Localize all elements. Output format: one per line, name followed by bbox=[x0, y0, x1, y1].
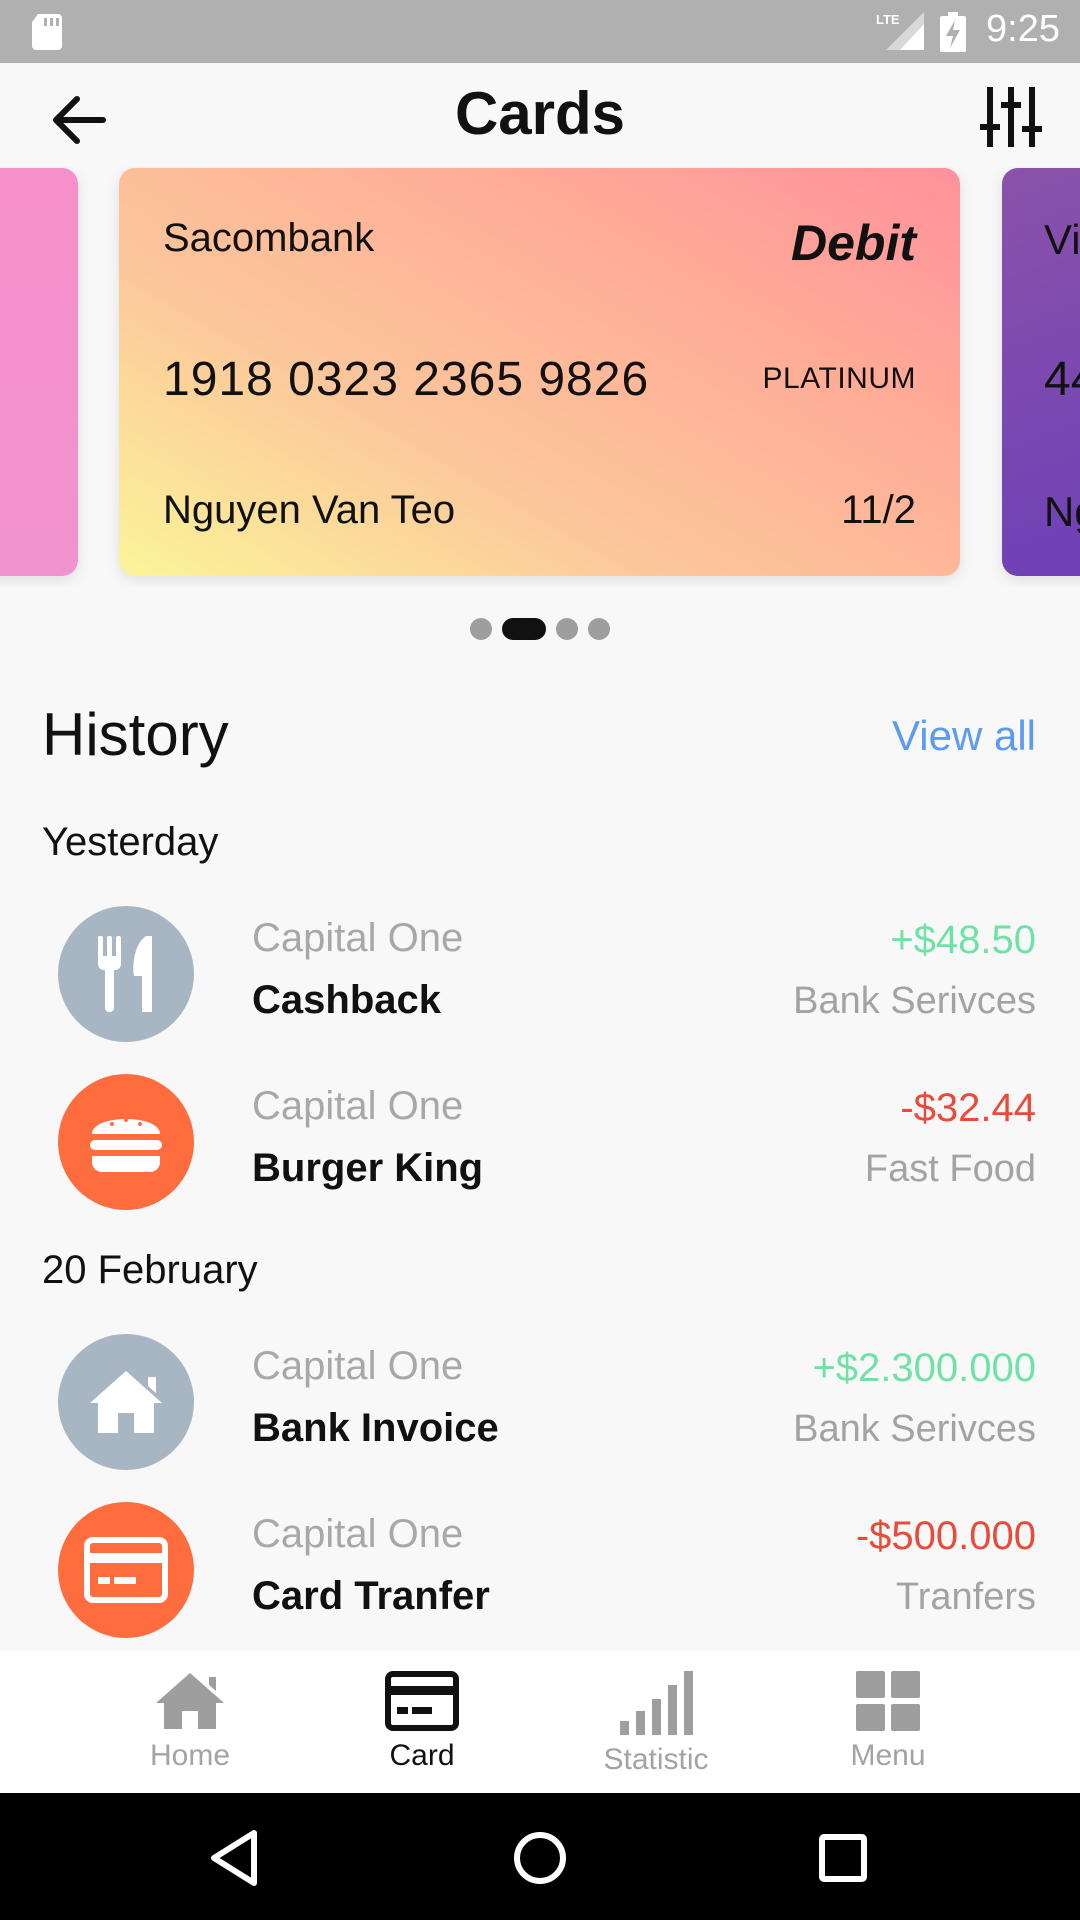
card-previous[interactable] bbox=[0, 168, 78, 576]
nav-label: Home bbox=[149, 1739, 231, 1772]
card-next-holder: Ng bbox=[1044, 488, 1080, 535]
card-bank-name: Sacombank bbox=[163, 216, 375, 260]
battery-charging-icon bbox=[940, 12, 966, 52]
cutlery-icon bbox=[98, 936, 152, 1012]
credit-card-icon bbox=[385, 1671, 459, 1731]
pager-dot[interactable] bbox=[588, 618, 610, 640]
transaction-category: Tranfers bbox=[895, 1576, 1036, 1618]
card-expiry: 11/2 bbox=[841, 488, 916, 532]
sd-card-icon bbox=[32, 14, 62, 50]
sliders-icon bbox=[980, 87, 1042, 147]
transaction-row[interactable]: Capital One Cashback +$48.50 Bank Serivc… bbox=[0, 906, 1080, 1046]
bar-chart-icon bbox=[620, 1671, 693, 1735]
pager-dot[interactable] bbox=[556, 618, 578, 640]
transaction-bank: Capital One bbox=[252, 916, 464, 960]
transaction-amount: -$32.44 bbox=[900, 1086, 1036, 1130]
transaction-avatar bbox=[58, 1334, 194, 1470]
transaction-amount: +$2.300.000 bbox=[812, 1346, 1036, 1390]
burger-icon bbox=[90, 1118, 162, 1172]
nav-label: Menu bbox=[850, 1739, 926, 1772]
credit-card-icon bbox=[84, 1537, 168, 1603]
card-number: 1918 0323 2365 9826 bbox=[163, 353, 650, 406]
transaction-avatar bbox=[58, 906, 194, 1042]
group-label-20-february: 20 February bbox=[42, 1248, 258, 1292]
transaction-category: Bank Serivces bbox=[793, 1408, 1036, 1450]
transaction-avatar bbox=[58, 1502, 194, 1638]
card-next-bank: Vi bbox=[1044, 216, 1080, 263]
card-next-number: 44 bbox=[1044, 353, 1080, 406]
transaction-bank: Capital One bbox=[252, 1512, 464, 1556]
card-current[interactable]: Sacombank Debit 1918 0323 2365 9826 PLAT… bbox=[119, 168, 960, 576]
transaction-amount: -$500.000 bbox=[855, 1514, 1036, 1558]
transaction-amount: +$48.50 bbox=[890, 918, 1036, 962]
system-nav-bar bbox=[0, 1793, 1080, 1920]
lte-signal-icon: LTE bbox=[876, 12, 924, 50]
bottom-nav: Home Card Statistic Menu bbox=[0, 1651, 1080, 1793]
nav-item-statistic[interactable]: Statistic bbox=[566, 1671, 746, 1781]
transaction-avatar bbox=[58, 1074, 194, 1210]
grid-icon bbox=[856, 1671, 920, 1731]
recents-square-icon[interactable] bbox=[808, 1823, 878, 1893]
transaction-row[interactable]: Capital One Bank Invoice +$2.300.000 Ban… bbox=[0, 1334, 1080, 1474]
card-type: Debit bbox=[791, 215, 916, 271]
card-holder: Nguyen Van Teo bbox=[163, 488, 456, 532]
back-triangle-icon[interactable] bbox=[200, 1823, 270, 1893]
card-next[interactable]: Vi 44 Ng bbox=[1002, 168, 1080, 576]
transaction-name: Card Tranfer bbox=[252, 1574, 490, 1618]
view-all-link[interactable]: View all bbox=[892, 712, 1036, 760]
transaction-bank: Capital One bbox=[252, 1344, 464, 1388]
group-label-yesterday: Yesterday bbox=[42, 820, 219, 864]
svg-text:LTE: LTE bbox=[876, 12, 900, 27]
transaction-category: Fast Food bbox=[864, 1148, 1036, 1190]
home-icon bbox=[156, 1673, 224, 1729]
nav-item-home[interactable]: Home bbox=[100, 1671, 280, 1781]
transaction-category: Bank Serivces bbox=[793, 980, 1036, 1022]
page-title: Cards bbox=[454, 80, 626, 147]
status-time: 9:25 bbox=[986, 8, 1060, 50]
home-icon bbox=[90, 1371, 162, 1433]
history-title: History bbox=[42, 701, 229, 768]
filter-button[interactable] bbox=[980, 85, 1042, 149]
pager-dot-active[interactable] bbox=[502, 618, 546, 640]
transaction-row[interactable]: Capital One Burger King -$32.44 Fast Foo… bbox=[0, 1074, 1080, 1214]
home-circle-icon[interactable] bbox=[505, 1823, 575, 1893]
transaction-row[interactable]: Capital One Card Tranfer -$500.000 Tranf… bbox=[0, 1502, 1080, 1642]
pager-dot[interactable] bbox=[470, 618, 492, 640]
nav-label: Card bbox=[389, 1739, 455, 1772]
status-bar: LTE 9:25 bbox=[0, 0, 1080, 63]
nav-item-menu[interactable]: Menu bbox=[798, 1671, 978, 1781]
nav-item-card[interactable]: Card bbox=[332, 1671, 512, 1781]
card-carousel[interactable]: Sacombank Debit 1918 0323 2365 9826 PLAT… bbox=[0, 167, 1080, 587]
app-bar: Cards bbox=[0, 63, 1080, 167]
transaction-name: Cashback bbox=[252, 978, 441, 1022]
nav-label: Statistic bbox=[603, 1743, 709, 1776]
transaction-name: Bank Invoice bbox=[252, 1406, 499, 1450]
transaction-name: Burger King bbox=[252, 1146, 484, 1190]
transaction-bank: Capital One bbox=[252, 1084, 464, 1128]
carousel-pager bbox=[0, 618, 1080, 640]
card-tier: PLATINUM bbox=[762, 362, 916, 395]
